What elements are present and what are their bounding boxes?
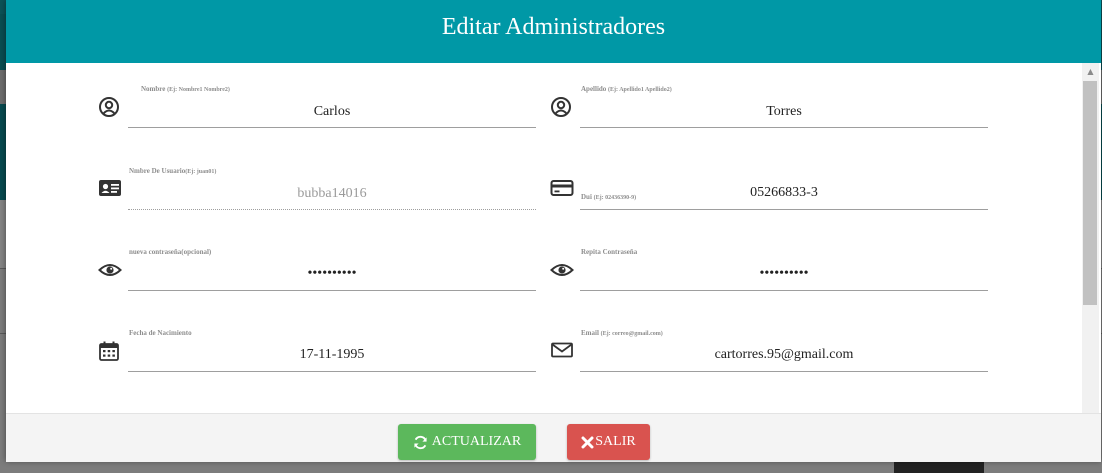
email-underline bbox=[580, 371, 988, 372]
envelope-icon bbox=[550, 340, 573, 362]
modal-header: Editar Administradores bbox=[6, 0, 1101, 63]
apellido-underline bbox=[580, 127, 988, 128]
dui-input[interactable]: 05266833-3 bbox=[580, 185, 988, 201]
modal-footer: ACTUALIZAR SALIR bbox=[6, 413, 1101, 462]
password-label: nueva contraseña(opcional) bbox=[129, 248, 212, 256]
calendar-icon[interactable] bbox=[98, 340, 120, 362]
user-circle-icon bbox=[98, 96, 120, 118]
email-field: Email (Ej: correo@gmail.com) cartorres.9… bbox=[548, 325, 988, 373]
dui-underline bbox=[580, 209, 988, 210]
apellido-label: Apellido (Ej: Apellido1 Apellido2) bbox=[581, 85, 672, 93]
repeat-password-label: Repita Contraseña bbox=[581, 248, 638, 256]
usuario-field: Nmbre De Usuario(Ej: juan01) bubba14016 bbox=[96, 163, 536, 211]
modal-scrollbar[interactable]: ▲ bbox=[1082, 63, 1099, 413]
fecha-underline bbox=[128, 371, 536, 372]
exit-button-label: SALIR bbox=[595, 434, 636, 449]
fecha-label: Fecha de Nacimiento bbox=[129, 329, 192, 337]
credit-card-icon bbox=[550, 178, 574, 200]
email-input[interactable]: cartorres.95@gmail.com bbox=[580, 347, 988, 363]
modal-title: Editar Administradores bbox=[441, 14, 666, 40]
edit-admin-modal: Editar Administradores Nombre (Ej: Nombr… bbox=[6, 0, 1101, 462]
repeat-password-input[interactable]: •••••••••• bbox=[580, 266, 988, 282]
password-field: nueva contraseña(opcional) •••••••••• bbox=[96, 244, 536, 292]
fecha-field: Fecha de Nacimiento 17-11-1995 bbox=[96, 325, 536, 373]
update-button-label: ACTUALIZAR bbox=[431, 434, 522, 449]
eye-icon[interactable] bbox=[98, 260, 122, 282]
refresh-icon bbox=[414, 435, 427, 449]
fecha-input[interactable]: 17-11-1995 bbox=[128, 347, 536, 363]
dui-field: Dui (Ej: 02436390-9) 05266833-3 bbox=[548, 163, 988, 211]
password-underline bbox=[128, 290, 536, 291]
update-button[interactable]: ACTUALIZAR bbox=[398, 424, 536, 460]
modal-body: Nombre (Ej: Nombre1 Nombre2) Carlos Apel… bbox=[6, 63, 1101, 413]
nombre-input[interactable]: Carlos bbox=[128, 104, 536, 120]
nombre-underline bbox=[128, 127, 536, 128]
scroll-thumb[interactable] bbox=[1083, 81, 1097, 305]
usuario-underline bbox=[128, 209, 536, 210]
usuario-label: Nmbre De Usuario(Ej: juan01) bbox=[129, 167, 217, 175]
apellido-field: Apellido (Ej: Apellido1 Apellido2) Torre… bbox=[548, 81, 988, 129]
email-label: Email (Ej: correo@gmail.com) bbox=[581, 329, 663, 337]
eye-icon[interactable] bbox=[550, 260, 574, 282]
usuario-input[interactable]: bubba14016 bbox=[128, 186, 536, 202]
user-circle-icon bbox=[550, 96, 572, 118]
scroll-up-icon[interactable]: ▲ bbox=[1082, 67, 1099, 76]
apellido-input[interactable]: Torres bbox=[580, 104, 988, 120]
repeat-password-field: Repita Contraseña •••••••••• bbox=[548, 244, 988, 292]
nombre-label: Nombre (Ej: Nombre1 Nombre2) bbox=[141, 85, 230, 93]
repeat-password-underline bbox=[580, 290, 988, 291]
id-card-icon bbox=[98, 178, 121, 200]
close-icon bbox=[581, 436, 594, 448]
password-input[interactable]: •••••••••• bbox=[128, 266, 536, 282]
nombre-field: Nombre (Ej: Nombre1 Nombre2) Carlos bbox=[96, 81, 536, 129]
exit-button[interactable]: SALIR bbox=[567, 424, 650, 460]
